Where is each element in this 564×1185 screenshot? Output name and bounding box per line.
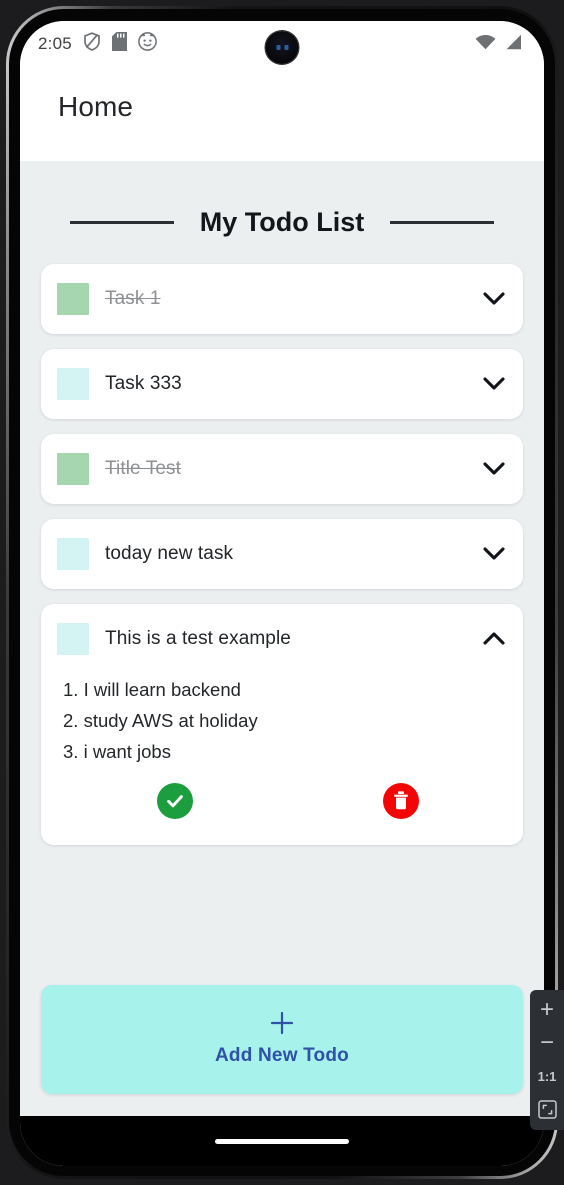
- status-bar-left: 2:05: [38, 32, 157, 56]
- camera-lens-right: [284, 45, 288, 50]
- chevron-down-icon[interactable]: [481, 541, 507, 567]
- todo-detail-line: 2. study AWS at holiday: [63, 710, 258, 731]
- todo-item-card-expanded[interactable]: This is a test example 1. I will learn b…: [41, 604, 523, 845]
- todo-status-swatch: [57, 368, 89, 400]
- todo-detail-line: 3. i want jobs: [63, 741, 171, 762]
- chevron-down-icon[interactable]: [481, 371, 507, 397]
- chevron-down-icon[interactable]: [481, 286, 507, 312]
- todo-item-header[interactable]: Task 333: [57, 349, 507, 419]
- todo-item-header[interactable]: Title Test: [57, 434, 507, 504]
- actual-size-button[interactable]: 1:1: [534, 1065, 560, 1087]
- todo-item-header[interactable]: Task 1: [57, 264, 507, 334]
- todo-item-card[interactable]: today new task: [41, 519, 523, 589]
- front-camera-punch-hole: [265, 31, 299, 64]
- add-todo-container: Add New Todo: [41, 985, 523, 1116]
- camera-lens-left: [276, 45, 280, 50]
- todo-item-card[interactable]: Title Test: [41, 434, 523, 504]
- zoom-toolbar: + − 1:1: [530, 990, 564, 1130]
- todo-status-swatch: [57, 623, 89, 655]
- phone-screen: 2:05 Home My Todo List Task 1 Task 333 T…: [20, 21, 544, 1166]
- todo-status-swatch: [57, 538, 89, 570]
- system-navigation-bar: [20, 1116, 544, 1166]
- status-bar: 2:05: [20, 21, 544, 67]
- face-icon: [138, 32, 157, 56]
- trash-circle-icon[interactable]: [383, 783, 419, 819]
- todo-item-detail: 1. I will learn backend 2. study AWS at …: [57, 674, 507, 845]
- todo-item-header[interactable]: today new task: [57, 519, 507, 589]
- todo-item-title: today new task: [105, 543, 234, 564]
- phone-device-frame: 2:05 Home My Todo List Task 1 Task 333 T…: [6, 6, 558, 1179]
- todo-item-title: Task 1: [105, 288, 161, 309]
- title-rule-left: [69, 221, 174, 224]
- zoom-out-button[interactable]: −: [534, 1029, 560, 1056]
- todo-status-swatch: [57, 453, 89, 485]
- status-bar-right: [475, 34, 522, 55]
- list-title: My Todo List: [199, 207, 365, 237]
- todo-item-header[interactable]: This is a test example: [57, 604, 507, 674]
- check-circle-icon[interactable]: [157, 783, 193, 819]
- zoom-in-button[interactable]: +: [534, 996, 560, 1023]
- todo-item-actions: [63, 767, 507, 841]
- todo-item-title: Title Test: [105, 458, 181, 479]
- page-title: Home: [58, 91, 134, 122]
- add-new-todo-label: Add New Todo: [215, 1045, 349, 1066]
- main-content: My Todo List Task 1 Task 333 Title Test …: [20, 161, 544, 1116]
- todo-detail-line: 1. I will learn backend: [63, 679, 241, 700]
- sd-card-icon: [111, 32, 127, 56]
- todo-item-title: Task 333: [105, 373, 182, 394]
- chevron-up-icon[interactable]: [481, 626, 507, 652]
- todo-item-title: This is a test example: [105, 628, 291, 649]
- list-header: My Todo List: [41, 207, 523, 238]
- status-bar-clock: 2:05: [38, 34, 72, 53]
- wifi-icon: [475, 34, 496, 55]
- fit-to-screen-icon[interactable]: [534, 1098, 560, 1120]
- plus-icon: [269, 1010, 295, 1039]
- add-new-todo-button[interactable]: Add New Todo: [41, 985, 523, 1094]
- phone-bezel: 2:05 Home My Todo List Task 1 Task 333 T…: [9, 9, 555, 1176]
- chevron-down-icon[interactable]: [481, 456, 507, 482]
- todo-list: Task 1 Task 333 Title Test today new tas…: [41, 264, 523, 845]
- app-bar: Home: [20, 67, 544, 161]
- todo-item-card[interactable]: Task 333: [41, 349, 523, 419]
- todo-status-swatch: [57, 283, 89, 315]
- home-gesture-pill[interactable]: [215, 1138, 349, 1144]
- cellular-signal-icon: [503, 34, 522, 55]
- shield-icon: [83, 32, 101, 56]
- todo-item-card[interactable]: Task 1: [41, 264, 523, 334]
- title-rule-right: [390, 221, 495, 224]
